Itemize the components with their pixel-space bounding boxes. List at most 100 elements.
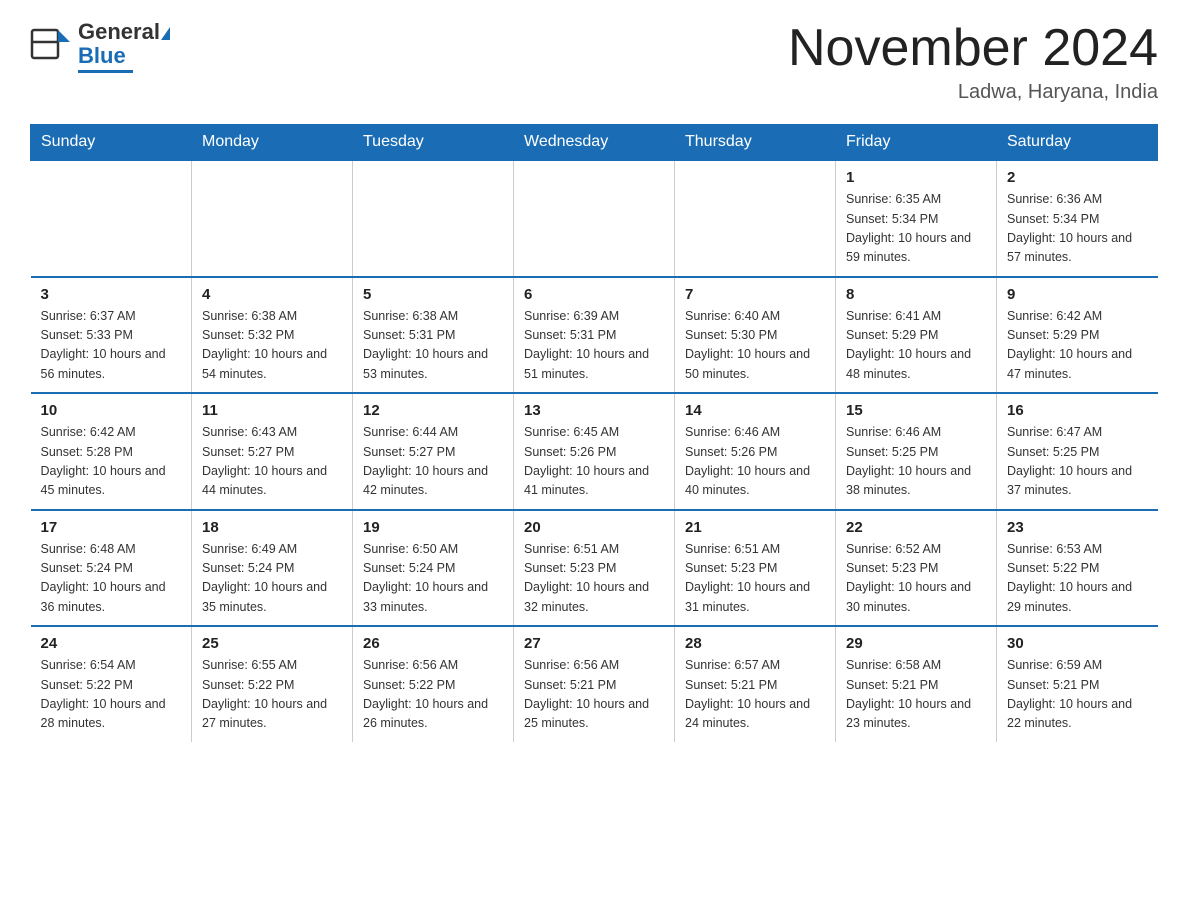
day-info: Sunrise: 6:46 AM Sunset: 5:25 PM Dayligh… (846, 423, 986, 501)
day-number: 19 (363, 519, 503, 536)
calendar-header: SundayMondayTuesdayWednesdayThursdayFrid… (31, 125, 1158, 161)
logo-general-text: General (78, 19, 160, 44)
day-info: Sunrise: 6:44 AM Sunset: 5:27 PM Dayligh… (363, 423, 503, 501)
day-cell: 26 Sunrise: 6:56 AM Sunset: 5:22 PM Dayli… (353, 626, 514, 742)
day-cell: 22Sunrise: 6:52 AM Sunset: 5:23 PM Dayli… (836, 510, 997, 627)
day-info: Sunrise: 6:39 AM Sunset: 5:31 PM Dayligh… (524, 307, 664, 385)
day-number: 24 (41, 635, 182, 652)
day-number: 27 (524, 635, 664, 652)
day-number: 7 (685, 286, 825, 303)
day-info: Sunrise: 6:51 AM Sunset: 5:23 PM Dayligh… (524, 540, 664, 618)
day-number: 16 (1007, 402, 1148, 419)
day-info: Sunrise: 6:35 AM Sunset: 5:34 PM Dayligh… (846, 190, 986, 268)
day-cell (514, 160, 675, 277)
logo-icon (30, 22, 74, 71)
day-number: 12 (363, 402, 503, 419)
day-number: 25 (202, 635, 342, 652)
day-cell: 21Sunrise: 6:51 AM Sunset: 5:23 PM Dayli… (675, 510, 836, 627)
calendar-body: 1 Sunrise: 6:35 AM Sunset: 5:34 PM Daylig… (31, 160, 1158, 742)
day-number: 18 (202, 519, 342, 536)
day-number: 3 (41, 286, 182, 303)
month-title: November 2024 (788, 20, 1158, 77)
day-number: 29 (846, 635, 986, 652)
week-row-3: 10 Sunrise: 6:42 AM Sunset: 5:28 PM Dayli… (31, 393, 1158, 510)
week-row-2: 3Sunrise: 6:37 AM Sunset: 5:33 PM Daylig… (31, 277, 1158, 394)
day-cell: 28 Sunrise: 6:57 AM Sunset: 5:21 PM Dayli… (675, 626, 836, 742)
day-info: Sunrise: 6:38 AM Sunset: 5:31 PM Dayligh… (363, 307, 503, 385)
location-title: Ladwa, Haryana, India (788, 81, 1158, 104)
week-row-4: 17Sunrise: 6:48 AM Sunset: 5:24 PM Dayli… (31, 510, 1158, 627)
day-number: 9 (1007, 286, 1148, 303)
day-cell: 13 Sunrise: 6:45 AM Sunset: 5:26 PM Dayli… (514, 393, 675, 510)
day-info: Sunrise: 6:57 AM Sunset: 5:21 PM Dayligh… (685, 656, 825, 734)
day-info: Sunrise: 6:41 AM Sunset: 5:29 PM Dayligh… (846, 307, 986, 385)
day-number: 20 (524, 519, 664, 536)
title-area: November 2024 Ladwa, Haryana, India (788, 20, 1158, 104)
day-number: 21 (685, 519, 825, 536)
day-cell: 15 Sunrise: 6:46 AM Sunset: 5:25 PM Dayli… (836, 393, 997, 510)
day-cell: 9Sunrise: 6:42 AM Sunset: 5:29 PM Daylig… (997, 277, 1158, 394)
day-cell: 30Sunrise: 6:59 AM Sunset: 5:21 PM Dayli… (997, 626, 1158, 742)
day-cell: 11 Sunrise: 6:43 AM Sunset: 5:27 PM Dayli… (192, 393, 353, 510)
day-info: Sunrise: 6:38 AM Sunset: 5:32 PM Dayligh… (202, 307, 342, 385)
day-cell: 3Sunrise: 6:37 AM Sunset: 5:33 PM Daylig… (31, 277, 192, 394)
day-info: Sunrise: 6:43 AM Sunset: 5:27 PM Dayligh… (202, 423, 342, 501)
day-info: Sunrise: 6:49 AM Sunset: 5:24 PM Dayligh… (202, 540, 342, 618)
day-cell: 7Sunrise: 6:40 AM Sunset: 5:30 PM Daylig… (675, 277, 836, 394)
day-cell: 23Sunrise: 6:53 AM Sunset: 5:22 PM Dayli… (997, 510, 1158, 627)
day-number: 26 (363, 635, 503, 652)
day-cell: 5Sunrise: 6:38 AM Sunset: 5:31 PM Daylig… (353, 277, 514, 394)
day-cell: 29 Sunrise: 6:58 AM Sunset: 5:21 PM Dayli… (836, 626, 997, 742)
day-number: 6 (524, 286, 664, 303)
calendar-table: SundayMondayTuesdayWednesdayThursdayFrid… (30, 124, 1158, 742)
day-number: 13 (524, 402, 664, 419)
page-header: General Blue November 2024 Ladwa, Haryan… (30, 20, 1158, 104)
day-number: 17 (41, 519, 182, 536)
day-number: 22 (846, 519, 986, 536)
day-number: 23 (1007, 519, 1148, 536)
day-number: 28 (685, 635, 825, 652)
day-cell: 12 Sunrise: 6:44 AM Sunset: 5:27 PM Dayli… (353, 393, 514, 510)
week-row-5: 24 Sunrise: 6:54 AM Sunset: 5:22 PM Dayli… (31, 626, 1158, 742)
day-number: 11 (202, 402, 342, 419)
day-info: Sunrise: 6:46 AM Sunset: 5:26 PM Dayligh… (685, 423, 825, 501)
day-number: 2 (1007, 169, 1148, 186)
day-info: Sunrise: 6:42 AM Sunset: 5:28 PM Dayligh… (41, 423, 182, 501)
day-info: Sunrise: 6:58 AM Sunset: 5:21 PM Dayligh… (846, 656, 986, 734)
day-number: 15 (846, 402, 986, 419)
day-cell: 16Sunrise: 6:47 AM Sunset: 5:25 PM Dayli… (997, 393, 1158, 510)
header-monday: Monday (192, 125, 353, 161)
week-row-1: 1 Sunrise: 6:35 AM Sunset: 5:34 PM Daylig… (31, 160, 1158, 277)
day-cell: 25 Sunrise: 6:55 AM Sunset: 5:22 PM Dayli… (192, 626, 353, 742)
day-cell (353, 160, 514, 277)
day-info: Sunrise: 6:55 AM Sunset: 5:22 PM Dayligh… (202, 656, 342, 734)
day-info: Sunrise: 6:56 AM Sunset: 5:22 PM Dayligh… (363, 656, 503, 734)
day-info: Sunrise: 6:54 AM Sunset: 5:22 PM Dayligh… (41, 656, 182, 734)
day-number: 10 (41, 402, 182, 419)
day-cell: 2 Sunrise: 6:36 AM Sunset: 5:34 PM Daylig… (997, 160, 1158, 277)
day-cell: 18 Sunrise: 6:49 AM Sunset: 5:24 PM Dayli… (192, 510, 353, 627)
day-number: 1 (846, 169, 986, 186)
day-cell: 4Sunrise: 6:38 AM Sunset: 5:32 PM Daylig… (192, 277, 353, 394)
logo-blue-text: Blue (78, 43, 126, 68)
header-thursday: Thursday (675, 125, 836, 161)
header-wednesday: Wednesday (514, 125, 675, 161)
day-number: 14 (685, 402, 825, 419)
day-cell (192, 160, 353, 277)
day-cell: 6 Sunrise: 6:39 AM Sunset: 5:31 PM Daylig… (514, 277, 675, 394)
day-info: Sunrise: 6:56 AM Sunset: 5:21 PM Dayligh… (524, 656, 664, 734)
day-info: Sunrise: 6:45 AM Sunset: 5:26 PM Dayligh… (524, 423, 664, 501)
day-cell (675, 160, 836, 277)
header-sunday: Sunday (31, 125, 192, 161)
day-cell (31, 160, 192, 277)
day-cell: 14 Sunrise: 6:46 AM Sunset: 5:26 PM Dayli… (675, 393, 836, 510)
logo-underline (78, 70, 133, 73)
day-cell: 24 Sunrise: 6:54 AM Sunset: 5:22 PM Dayli… (31, 626, 192, 742)
day-info: Sunrise: 6:50 AM Sunset: 5:24 PM Dayligh… (363, 540, 503, 618)
day-info: Sunrise: 6:36 AM Sunset: 5:34 PM Dayligh… (1007, 190, 1148, 268)
header-saturday: Saturday (997, 125, 1158, 161)
day-cell: 19 Sunrise: 6:50 AM Sunset: 5:24 PM Dayli… (353, 510, 514, 627)
day-cell: 20 Sunrise: 6:51 AM Sunset: 5:23 PM Dayli… (514, 510, 675, 627)
header-row: SundayMondayTuesdayWednesdayThursdayFrid… (31, 125, 1158, 161)
header-tuesday: Tuesday (353, 125, 514, 161)
